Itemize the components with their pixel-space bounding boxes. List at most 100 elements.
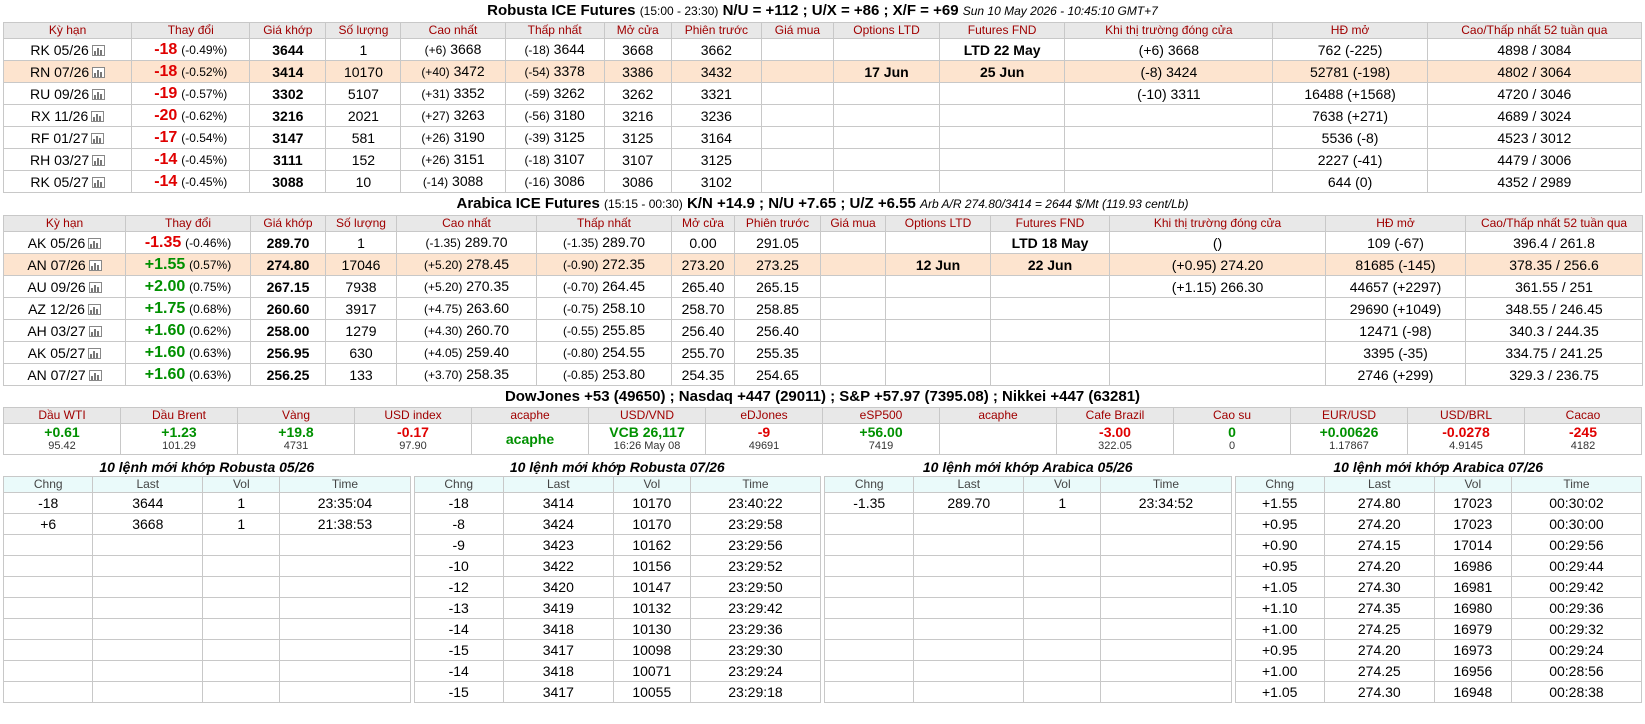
trade-cell (2, 576, 94, 598)
contract-symbol[interactable]: AH 03/27 (3, 319, 126, 342)
trade-cell (913, 681, 1025, 703)
trade-cell: 274.30 (1323, 576, 1435, 598)
contract-row: AZ 12/26 +1.75 (0.68%) 260.60 3917 (+4.75) 2… (3, 297, 1643, 320)
contract-symbol[interactable]: RK 05/27 (2, 170, 133, 193)
contract-symbol[interactable]: AZ 12/26 (3, 297, 126, 320)
trade-col-header: Chng (2, 476, 94, 493)
high-value: 3472 (453, 63, 485, 79)
previous-close: 254.65 (734, 363, 821, 386)
volume: 2021 (325, 104, 402, 127)
trade-block: 10 lệnh mới khớp Robusta 07/26 Chng Last Vo… (413, 459, 822, 703)
col-header: Kỳ hạn (2, 22, 133, 39)
chart-icon[interactable] (87, 303, 101, 315)
high-change: (+5.20) (423, 258, 463, 272)
contract-symbol[interactable]: RF 01/27 (2, 126, 133, 149)
chart-icon[interactable] (92, 88, 106, 100)
futures-fnd (939, 126, 1066, 149)
contract-symbol[interactable]: RN 07/26 (2, 60, 133, 83)
trade-row: -13 3419 10132 23:29:42 (413, 597, 822, 619)
chart-icon[interactable] (91, 110, 105, 122)
chart-icon[interactable] (92, 66, 106, 78)
change-percent: (-0.52%) (181, 65, 228, 79)
last-price: 274.80 (250, 253, 326, 276)
chart-icon[interactable] (92, 154, 106, 166)
chart-icon[interactable] (88, 281, 102, 293)
chart-icon[interactable] (88, 347, 102, 359)
change-percent: (0.68%) (189, 302, 232, 316)
futures-fnd (939, 104, 1066, 127)
trade-cell: +1.10 (1234, 597, 1325, 619)
last-price: 3216 (249, 104, 327, 127)
change-cell: +1.55 (0.57%) (125, 253, 251, 276)
market-change: acaphe (505, 431, 555, 447)
market-header: Dầu Brent (120, 407, 238, 424)
symbol-label[interactable]: AN 07/26 (27, 257, 85, 273)
contract-symbol[interactable]: AN 07/26 (3, 253, 126, 276)
open-interest: 2227 (-41) (1272, 148, 1428, 171)
symbol-label[interactable]: RF 01/27 (31, 130, 89, 146)
contract-symbol[interactable]: AU 09/26 (3, 275, 126, 298)
trade-cell: 17014 (1433, 534, 1512, 556)
trade-row: -12 3420 10147 23:29:50 (413, 576, 822, 598)
symbol-label[interactable]: AN 07/27 (27, 367, 85, 383)
trade-cell (913, 618, 1025, 640)
change-value: -14 (154, 151, 178, 168)
chart-icon[interactable] (91, 132, 105, 144)
symbol-label[interactable]: RH 03/27 (30, 152, 89, 168)
chart-icon[interactable] (91, 176, 105, 188)
trade-cell (202, 534, 281, 556)
trade-cell: 10130 (612, 618, 691, 640)
trade-row: -18 3414 10170 23:40:22 (413, 492, 822, 514)
symbol-label[interactable]: AH 03/27 (27, 323, 85, 339)
market-value: 322.05 (1098, 440, 1132, 452)
high-value: 3190 (453, 129, 485, 145)
contract-symbol[interactable]: AN 07/27 (3, 363, 126, 386)
chart-icon[interactable] (88, 237, 102, 249)
contract-symbol[interactable]: RH 03/27 (2, 148, 133, 171)
trade-row: -18 3644 1 23:35:04 (2, 492, 411, 514)
symbol-label[interactable]: RN 07/26 (30, 64, 89, 80)
market-change: VCB 26,117 (609, 424, 685, 440)
contract-row: AU 09/26 +2.00 (0.75%) 267.15 7938 (+5.20) 2… (3, 275, 1643, 298)
trade-cell: -15 (413, 681, 504, 703)
symbol-label[interactable]: AK 05/27 (28, 345, 86, 361)
volume: 1 (325, 38, 402, 61)
chart-icon[interactable] (88, 369, 102, 381)
trade-col-header: Last (92, 476, 204, 493)
symbol-label[interactable]: AZ 12/26 (28, 301, 85, 317)
contract-symbol[interactable]: RU 09/26 (2, 82, 133, 105)
contract-symbol[interactable]: AK 05/27 (3, 341, 126, 364)
chart-icon[interactable] (88, 325, 102, 337)
trade-cell (1100, 555, 1232, 577)
contract-symbol[interactable]: RX 11/26 (2, 104, 133, 127)
trade-row: -15 3417 10055 23:29:18 (413, 681, 822, 703)
market-change: +56.00 (859, 424, 903, 440)
trade-cell (202, 555, 281, 577)
low-cell: (-18) 3644 (504, 38, 605, 61)
chart-icon[interactable] (88, 259, 102, 271)
market-cell[interactable] (939, 423, 1057, 455)
trade-cell: 23:40:22 (689, 492, 822, 514)
trade-cell: 16973 (1433, 639, 1512, 661)
trade-cell (2, 681, 94, 703)
futures-fnd (990, 297, 1110, 320)
trade-cell: 3419 (502, 597, 614, 619)
high-value: 3088 (452, 173, 484, 189)
market-cell[interactable]: acaphe (471, 423, 589, 455)
symbol-label[interactable]: AK 05/26 (28, 235, 86, 251)
symbol-label[interactable]: RX 11/26 (31, 108, 88, 124)
symbol-label[interactable]: RU 09/26 (30, 86, 89, 102)
contract-symbol[interactable]: RK 05/26 (2, 38, 133, 61)
trade-row: +0.90 274.15 17014 00:29:56 (1234, 534, 1643, 556)
contract-symbol[interactable]: AK 05/26 (3, 231, 126, 254)
symbol-label[interactable]: AU 09/26 (27, 279, 85, 295)
change-cell: -17 (-0.54%) (131, 126, 251, 149)
high-cell: (+27) 3263 (400, 104, 506, 127)
low-change: (-56) (524, 109, 550, 123)
trade-cell: 00:30:02 (1510, 492, 1643, 514)
open-price: 255.70 (671, 341, 735, 364)
chart-icon[interactable] (91, 44, 105, 56)
market-change: -0.17 (397, 424, 429, 440)
symbol-label[interactable]: RK 05/27 (30, 174, 88, 190)
symbol-label[interactable]: RK 05/26 (30, 42, 88, 58)
